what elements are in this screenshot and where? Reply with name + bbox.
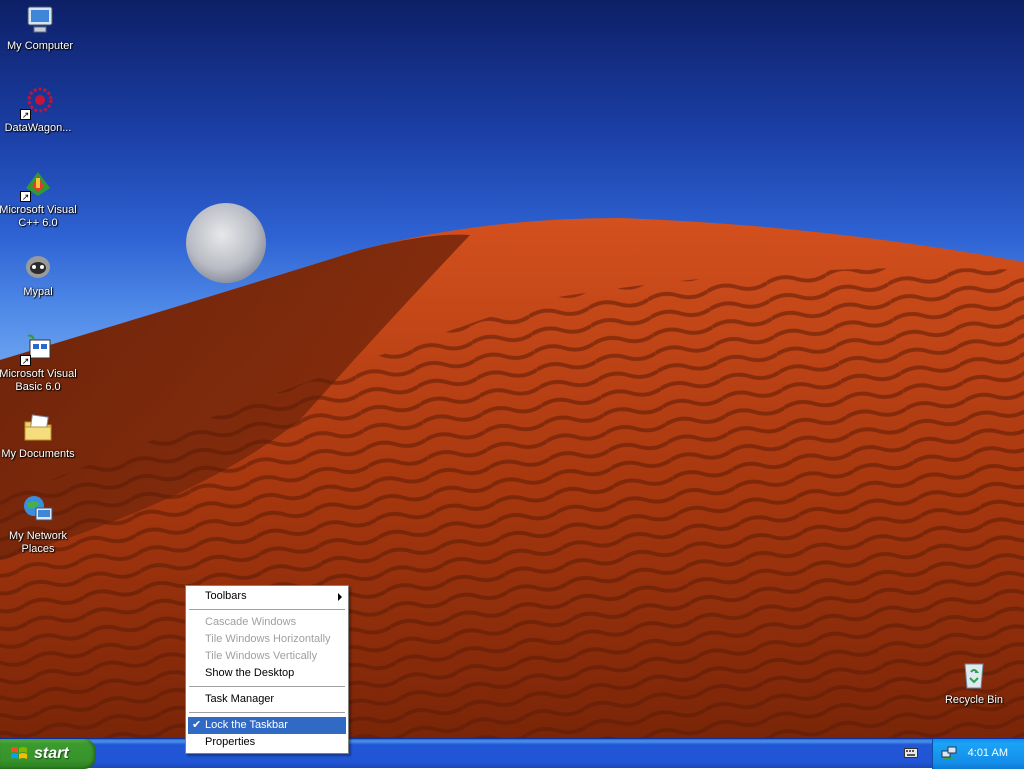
desktop[interactable]: My Computer ↗ DataWagon... ↗ Microsoft V… <box>0 0 1024 738</box>
desktop-icon-label: Microsoft Visual Basic 6.0 <box>0 368 77 393</box>
datawagon-icon: ↗ <box>20 86 54 120</box>
menu-item-label: Tile Windows Vertically <box>205 650 318 662</box>
shortcut-arrow-icon: ↗ <box>20 355 31 366</box>
menu-item-label: Show the Desktop <box>205 667 295 679</box>
menu-item-label: Properties <box>205 736 256 748</box>
desktop-icon-label: Microsoft Visual C++ 6.0 <box>0 204 77 229</box>
wallpaper-desert <box>0 203 1024 738</box>
desktop-icon-label: DataWagon... <box>4 122 72 134</box>
desktop-icon-my-documents[interactable]: My Documents <box>0 412 78 461</box>
menu-item-tile-vertically[interactable]: Tile Windows Vertically <box>188 648 346 665</box>
desktop-icon-label: Mypal <box>23 286 53 298</box>
desktop-icon-recycle-bin[interactable]: Recycle Bin <box>934 658 1014 707</box>
my-documents-icon <box>22 412 54 444</box>
desktop-icon-network-places[interactable]: My Network Places <box>0 494 78 556</box>
desktop-icon-label: My Documents <box>1 448 75 460</box>
menu-item-tile-horizontally[interactable]: Tile Windows Horizontally <box>188 631 346 648</box>
menu-item-label: Cascade Windows <box>205 616 297 628</box>
submenu-arrow-icon <box>338 593 342 601</box>
desktop-icon-datawagon[interactable]: ↗ DataWagon... <box>0 86 78 135</box>
menu-item-cascade-windows[interactable]: Cascade Windows <box>188 614 346 631</box>
taskbar[interactable]: start 4:01 AM <box>0 738 1024 769</box>
menu-item-lock-taskbar[interactable]: ✔ Lock the Taskbar <box>188 717 346 734</box>
shortcut-arrow-icon: ↗ <box>20 191 31 202</box>
desktop-icon-label: My Computer <box>6 40 74 52</box>
system-tray: 4:01 AM <box>932 739 1024 769</box>
desktop-icon-my-computer[interactable]: My Computer <box>0 4 80 53</box>
desktop-icon-mypal[interactable]: Mypal <box>0 250 78 299</box>
keyboard-icon[interactable] <box>904 747 918 759</box>
shortcut-arrow-icon: ↗ <box>20 109 31 120</box>
menu-item-task-manager[interactable]: Task Manager <box>188 691 346 708</box>
start-button[interactable]: start <box>0 739 96 769</box>
my-computer-icon <box>24 4 56 36</box>
menu-item-properties[interactable]: Properties <box>188 734 346 751</box>
menu-item-label: Task Manager <box>205 693 275 705</box>
network-connection-icon[interactable] <box>941 745 957 761</box>
menu-item-label: Toolbars <box>205 590 247 602</box>
menu-separator <box>189 609 345 610</box>
desktop-icon-label: My Network Places <box>8 530 68 555</box>
clock[interactable]: 4:01 AM <box>968 747 1008 759</box>
menu-item-toolbars[interactable]: Toolbars <box>188 588 346 605</box>
desktop-icon-visual-basic[interactable]: ↗ Microsoft Visual Basic 6.0 <box>0 332 78 394</box>
menu-separator <box>189 686 345 687</box>
menu-item-label: Tile Windows Horizontally <box>205 633 331 645</box>
visual-basic-icon: ↗ <box>20 332 54 366</box>
menu-separator <box>189 712 345 713</box>
start-label: start <box>34 745 69 762</box>
desktop-icon-label: Recycle Bin <box>944 694 1004 706</box>
desktop-icon-visual-cpp[interactable]: ↗ Microsoft Visual C++ 6.0 <box>0 168 78 230</box>
visual-cpp-icon: ↗ <box>20 168 54 202</box>
windows-logo-icon <box>11 747 27 759</box>
checkmark-icon: ✔ <box>192 719 202 731</box>
menu-item-label: Lock the Taskbar <box>205 719 288 731</box>
recycle-bin-icon <box>958 658 990 690</box>
moon <box>186 203 266 283</box>
mypal-icon <box>22 250 54 282</box>
menu-item-show-desktop[interactable]: Show the Desktop <box>188 665 346 682</box>
network-places-icon <box>22 494 54 526</box>
taskbar-context-menu: Toolbars Cascade Windows Tile Windows Ho… <box>185 585 349 754</box>
